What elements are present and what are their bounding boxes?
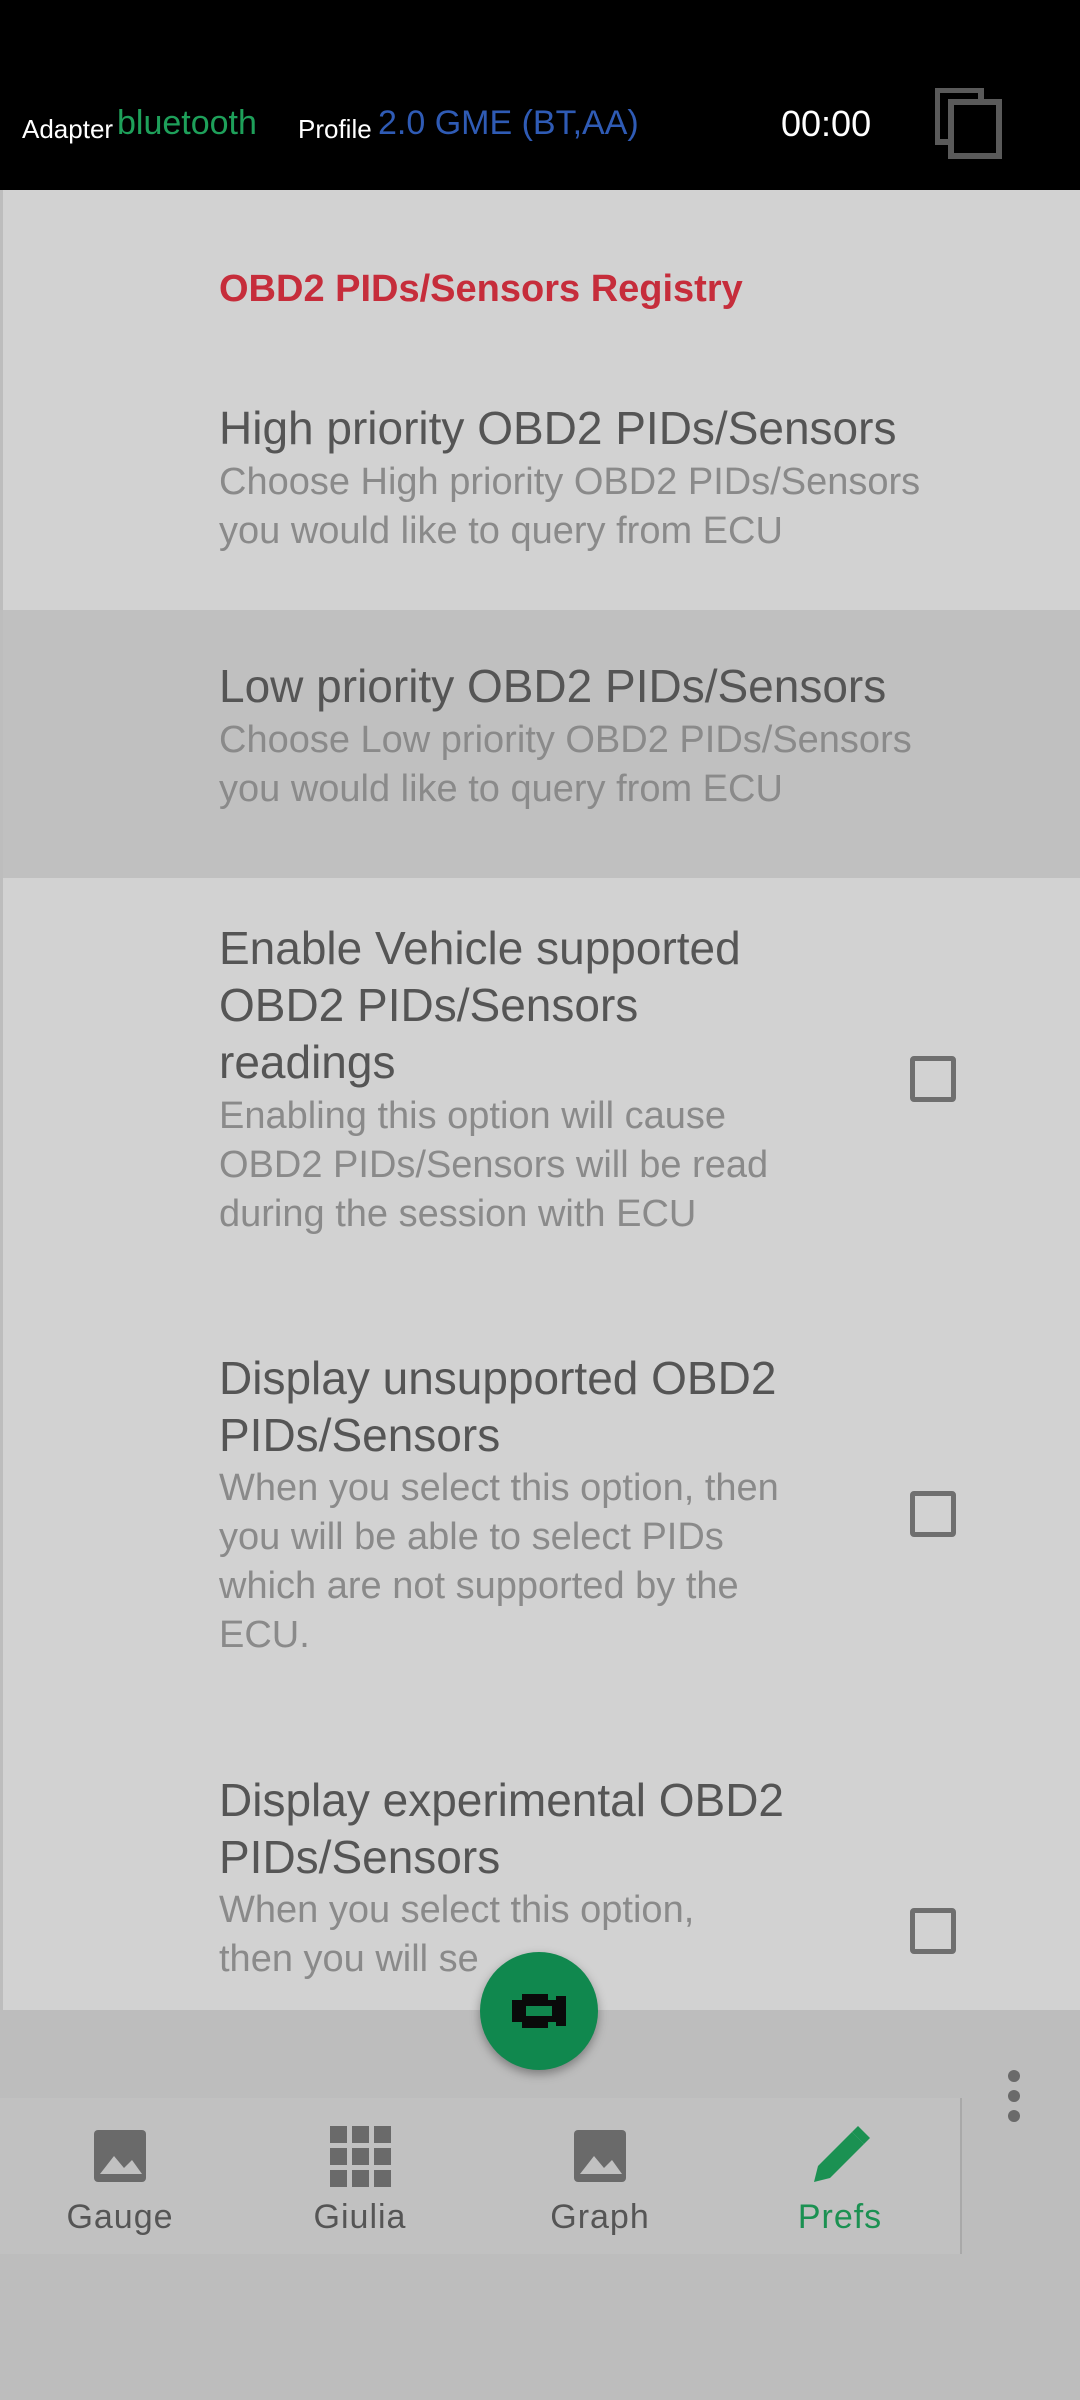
- more-vert-icon[interactable]: [1000, 2068, 1028, 2124]
- engine-icon: [512, 1994, 566, 2028]
- checkbox[interactable]: [910, 1056, 956, 1102]
- pref-summary-line: Enabling this option will cause: [219, 1095, 726, 1137]
- nav-label: Giulia: [313, 2198, 407, 2236]
- adapter-value: bluetooth: [117, 104, 257, 142]
- pref-title-line: readings: [219, 1036, 396, 1088]
- pref-summary-line: which are not supported by the: [219, 1565, 739, 1607]
- pref-summary-line: then you will se: [219, 1938, 479, 1980]
- pref-low-priority-pids[interactable]: Low priority OBD2 PIDs/Sensors Choose Lo…: [3, 610, 1080, 878]
- bottom-navigation: Gauge Giulia Graph Prefs: [0, 2098, 962, 2254]
- image-icon: [88, 2124, 152, 2188]
- top-status-bar: Adapter bluetooth Profile 2.0 GME (BT,AA…: [0, 0, 1080, 190]
- pref-display-unsupported-pids[interactable]: Display unsupported OBD2 PIDs/Sensors Wh…: [3, 1350, 1080, 1680]
- pref-summary-line: Choose High priority OBD2 PIDs/Sensors: [219, 461, 921, 503]
- copy-icon[interactable]: [934, 87, 1005, 160]
- pref-summary-line: you would like to query from ECU: [219, 768, 783, 810]
- nav-item-graph[interactable]: Graph: [480, 2098, 720, 2254]
- pref-summary-line: OBD2 PIDs/Sensors will be read: [219, 1144, 769, 1186]
- checkbox[interactable]: [910, 1491, 956, 1537]
- session-timer: 00:00: [781, 103, 872, 144]
- profile-value[interactable]: 2.0 GME (BT,AA): [378, 104, 639, 143]
- pref-title: Low priority OBD2 PIDs/Sensors: [219, 660, 887, 712]
- pencil-icon: [808, 2124, 872, 2188]
- nav-label: Graph: [550, 2198, 650, 2236]
- nav-item-gauge[interactable]: Gauge: [0, 2098, 240, 2254]
- settings-list: OBD2 PIDs/Sensors Registry High priority…: [3, 190, 1080, 2010]
- pref-title-line: PIDs/Sensors: [219, 1409, 501, 1461]
- pref-summary-line: Choose Low priority OBD2 PIDs/Sensors: [219, 719, 912, 761]
- connect-fab[interactable]: [480, 1952, 598, 2070]
- pref-summary-line: When you select this option, then: [219, 1467, 779, 1509]
- nav-label: Prefs: [797, 2198, 883, 2236]
- pref-title-line: PIDs/Sensors: [219, 1831, 501, 1883]
- pref-enable-supported-pids[interactable]: Enable Vehicle supported OBD2 PIDs/Senso…: [3, 920, 1080, 1260]
- pref-summary-line: ECU.: [219, 1614, 310, 1656]
- pref-title-line: OBD2 PIDs/Sensors: [219, 979, 639, 1031]
- pref-summary-line: When you select this option,: [219, 1889, 695, 1931]
- profile-label: Profile: [298, 114, 372, 144]
- pref-high-priority-pids[interactable]: High priority OBD2 PIDs/Sensors Choose H…: [3, 400, 1080, 610]
- checkbox[interactable]: [910, 1908, 956, 1954]
- pref-title-line: Display unsupported OBD2: [219, 1352, 777, 1404]
- pref-title: High priority OBD2 PIDs/Sensors: [219, 402, 897, 454]
- pref-title-line: Display experimental OBD2: [219, 1774, 785, 1826]
- pref-summary-line: you will be able to select PIDs: [219, 1516, 724, 1558]
- image-icon: [568, 2124, 632, 2188]
- pref-summary-line: you would like to query from ECU: [219, 510, 783, 552]
- nav-label: Gauge: [66, 2198, 174, 2236]
- adapter-label: Adapter: [22, 114, 114, 144]
- pref-title-line: Enable Vehicle supported: [219, 922, 741, 974]
- grid-icon: [328, 2124, 392, 2188]
- pref-summary-line: during the session with ECU: [219, 1193, 697, 1235]
- nav-item-giulia[interactable]: Giulia: [240, 2098, 480, 2254]
- nav-item-prefs[interactable]: Prefs: [720, 2098, 960, 2254]
- category-header: OBD2 PIDs/Sensors Registry: [219, 268, 743, 310]
